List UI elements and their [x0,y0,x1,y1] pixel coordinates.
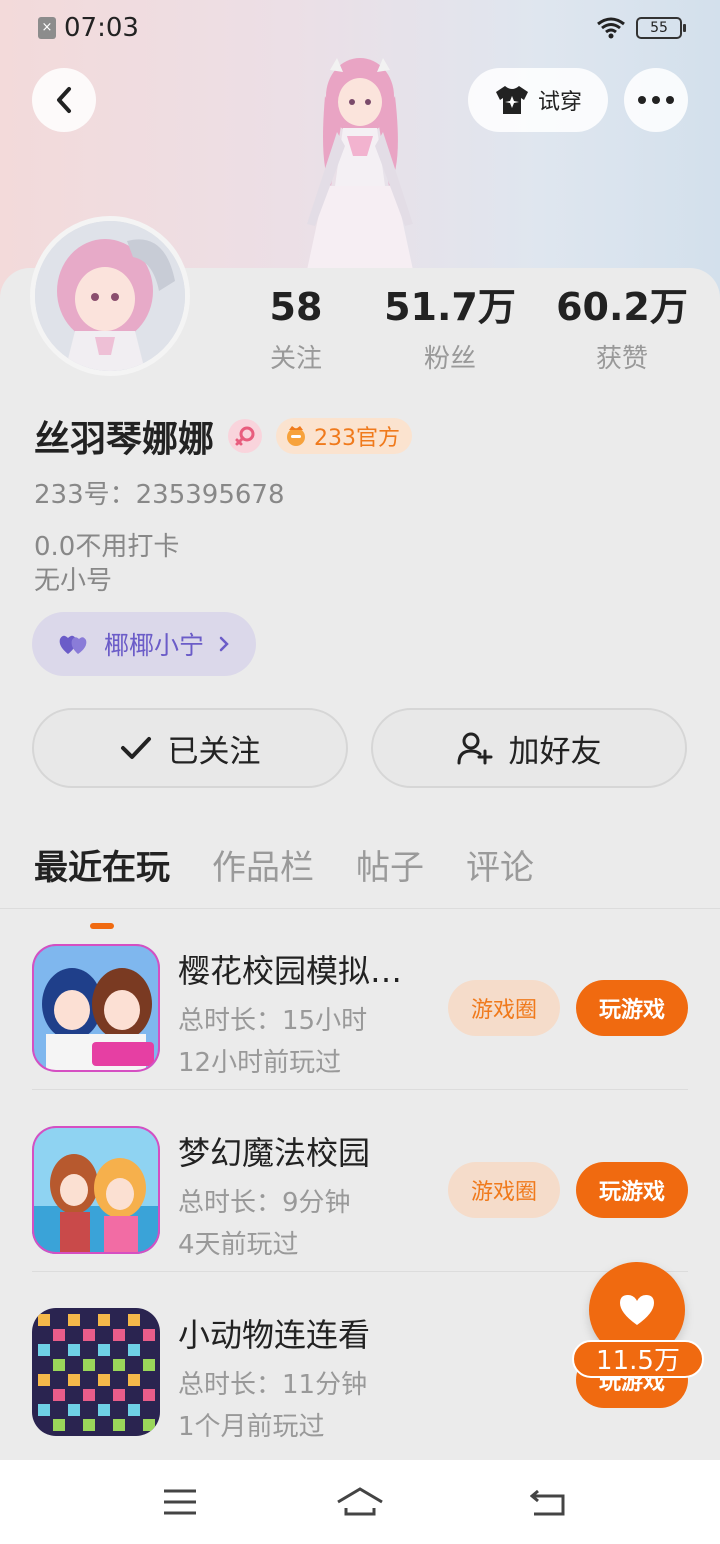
avatar[interactable] [30,216,190,376]
add-friend-button[interactable]: 加好友 [371,708,687,788]
game-circle-button[interactable]: 游戏圈 [448,980,560,1036]
game-last-played: 4天前玩过 [178,1230,299,1260]
avatar-image [35,221,185,371]
menu-nav-button[interactable] [150,1480,210,1524]
back-nav-button[interactable] [518,1480,578,1524]
no-sim-icon: × [38,17,56,39]
game-duration: 总时长：15小时 [178,1006,368,1036]
play-game-button[interactable]: 玩游戏 [576,1162,688,1218]
close-friend-tag[interactable]: 椰椰小宁 [32,612,257,676]
game-circle-button[interactable]: 游戏圈 [448,1162,560,1218]
crown-face-icon [287,426,306,446]
status-bar: × 07:03 55 [0,0,720,56]
heart-icon [620,1295,654,1325]
game-list-item[interactable]: 梦幻魔法校园 总时长：9分钟 4天前玩过 游戏圈 玩游戏 [0,1090,720,1272]
tab-works[interactable]: 作品栏 [212,840,314,889]
home-icon [337,1487,383,1516]
game-title: 樱花校园模拟… [178,952,403,990]
user-id: 233号：235395678 [34,480,285,510]
chevron-left-icon [57,87,71,113]
play-game-button[interactable]: 玩游戏 [576,980,688,1036]
chevron-right-icon [219,636,229,652]
status-time: 07:03 [64,13,139,43]
avatar-figure-image [307,58,413,270]
system-nav-bar [0,1460,720,1544]
user-name: 丝羽琴娜娜 [34,419,215,460]
game-icon-animal-match [32,1308,160,1436]
bio-line-2: 无小号 [34,566,113,596]
add-user-icon [457,732,492,765]
try-on-label: 试穿 [537,90,582,115]
fans-label: 粉丝 [423,344,476,374]
game-title: 小动物连连看 [178,1316,371,1354]
tshirt-icon [495,86,528,114]
fans-stat[interactable]: 51.7万 粉丝 [370,286,530,375]
menu-icon [164,1489,196,1515]
game-icon-magic-school [32,1126,160,1254]
likes-label: 获赞 [595,344,648,374]
game-icon-sakura-school [32,944,160,1072]
try-on-button[interactable]: 试穿 [468,68,608,132]
tab-posts[interactable]: 帖子 [356,840,424,889]
game-list-item[interactable]: 樱花校园模拟… 总时长：15小时 12小时前玩过 游戏圈 玩游戏 [0,908,720,1090]
game-duration: 总时长：9分钟 [178,1188,351,1218]
name-row: 丝羽琴娜娜 233官方 [34,410,413,462]
return-icon [530,1489,565,1516]
home-nav-button[interactable] [330,1480,390,1524]
game-title: 梦幻魔法校园 [178,1134,371,1172]
profile-tabs: 最近在玩 作品栏 帖子 评论 [34,840,534,929]
official-badge-label: 233官方 [314,426,401,451]
checkmark-icon [120,737,151,759]
back-button[interactable] [32,68,96,132]
close-friend-name: 椰椰小宁 [104,631,205,660]
likes-stat[interactable]: 60.2万 获赞 [542,286,702,375]
game-duration: 总时长：11分钟 [178,1370,368,1400]
bio-line-1: 0.0不用打卡 [34,532,180,562]
official-badge: 233官方 [276,418,413,454]
wifi-icon [597,17,625,39]
battery-icon: 55 [636,17,686,39]
followed-button[interactable]: 已关注 [32,708,348,788]
tab-comments[interactable]: 评论 [466,840,534,889]
tab-recently-played[interactable]: 最近在玩 [34,840,170,929]
double-heart-icon [59,635,87,654]
female-gender-icon [228,419,263,453]
game-last-played: 12小时前玩过 [178,1048,342,1078]
game-last-played: 1个月前玩过 [178,1412,325,1442]
add-friend-label: 加好友 [508,733,602,770]
fans-count: 51.7万 [384,285,516,329]
more-options-button[interactable] [624,68,688,132]
following-label: 关注 [269,344,322,374]
following-stat[interactable]: 58 关注 [216,286,376,375]
more-dots-icon [638,96,674,104]
following-count: 58 [269,285,323,329]
like-count-badge: 11.5万 [572,1340,704,1378]
followed-label: 已关注 [167,733,261,770]
likes-count: 60.2万 [556,285,688,329]
